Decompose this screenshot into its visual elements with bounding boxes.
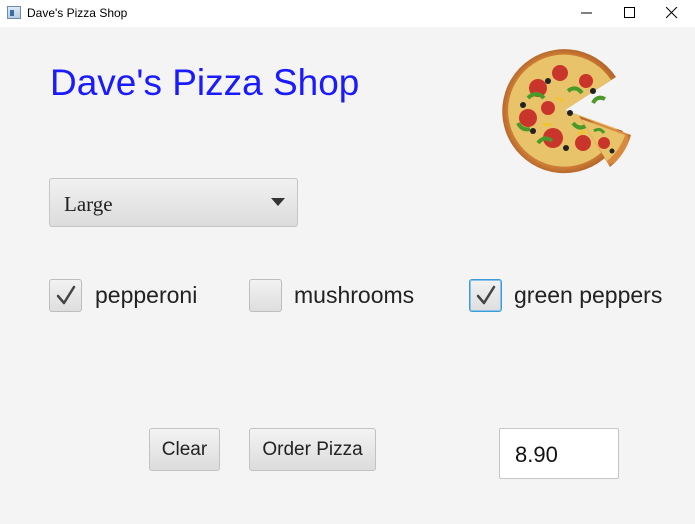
checkmark-icon (476, 285, 496, 305)
pizza-image (502, 49, 631, 174)
close-button[interactable] (649, 0, 695, 27)
size-dropdown-value: Large (64, 192, 113, 216)
green-peppers-checkbox[interactable] (469, 279, 502, 312)
pepperoni-label: pepperoni (95, 282, 198, 308)
price-field[interactable]: 8.90 (499, 428, 619, 479)
pepperoni-checkbox[interactable] (49, 279, 82, 312)
close-icon (666, 7, 678, 19)
mushrooms-label: mushrooms (294, 282, 415, 308)
clear-button[interactable]: Clear (149, 428, 220, 471)
app-window: Dave's Pizza Shop Dave's Pizza Shop Larg… (0, 0, 695, 524)
minimize-button[interactable] (564, 0, 610, 27)
order-pizza-button[interactable]: Order Pizza (249, 428, 376, 471)
maximize-button[interactable] (607, 0, 653, 27)
app-window-icon (7, 6, 21, 19)
mushrooms-checkbox[interactable] (249, 279, 282, 312)
shop-title: Dave's Pizza Shop (50, 62, 360, 103)
chevron-down-icon (271, 198, 285, 206)
checkmark-icon (56, 285, 76, 305)
window-title: Dave's Pizza Shop (27, 6, 128, 20)
minimize-icon (581, 12, 592, 14)
title-bar: Dave's Pizza Shop (0, 0, 695, 27)
size-dropdown[interactable]: Large (49, 178, 298, 227)
price-value: 8.90 (515, 442, 558, 467)
green-peppers-label: green peppers (514, 282, 663, 308)
maximize-icon (624, 7, 635, 18)
